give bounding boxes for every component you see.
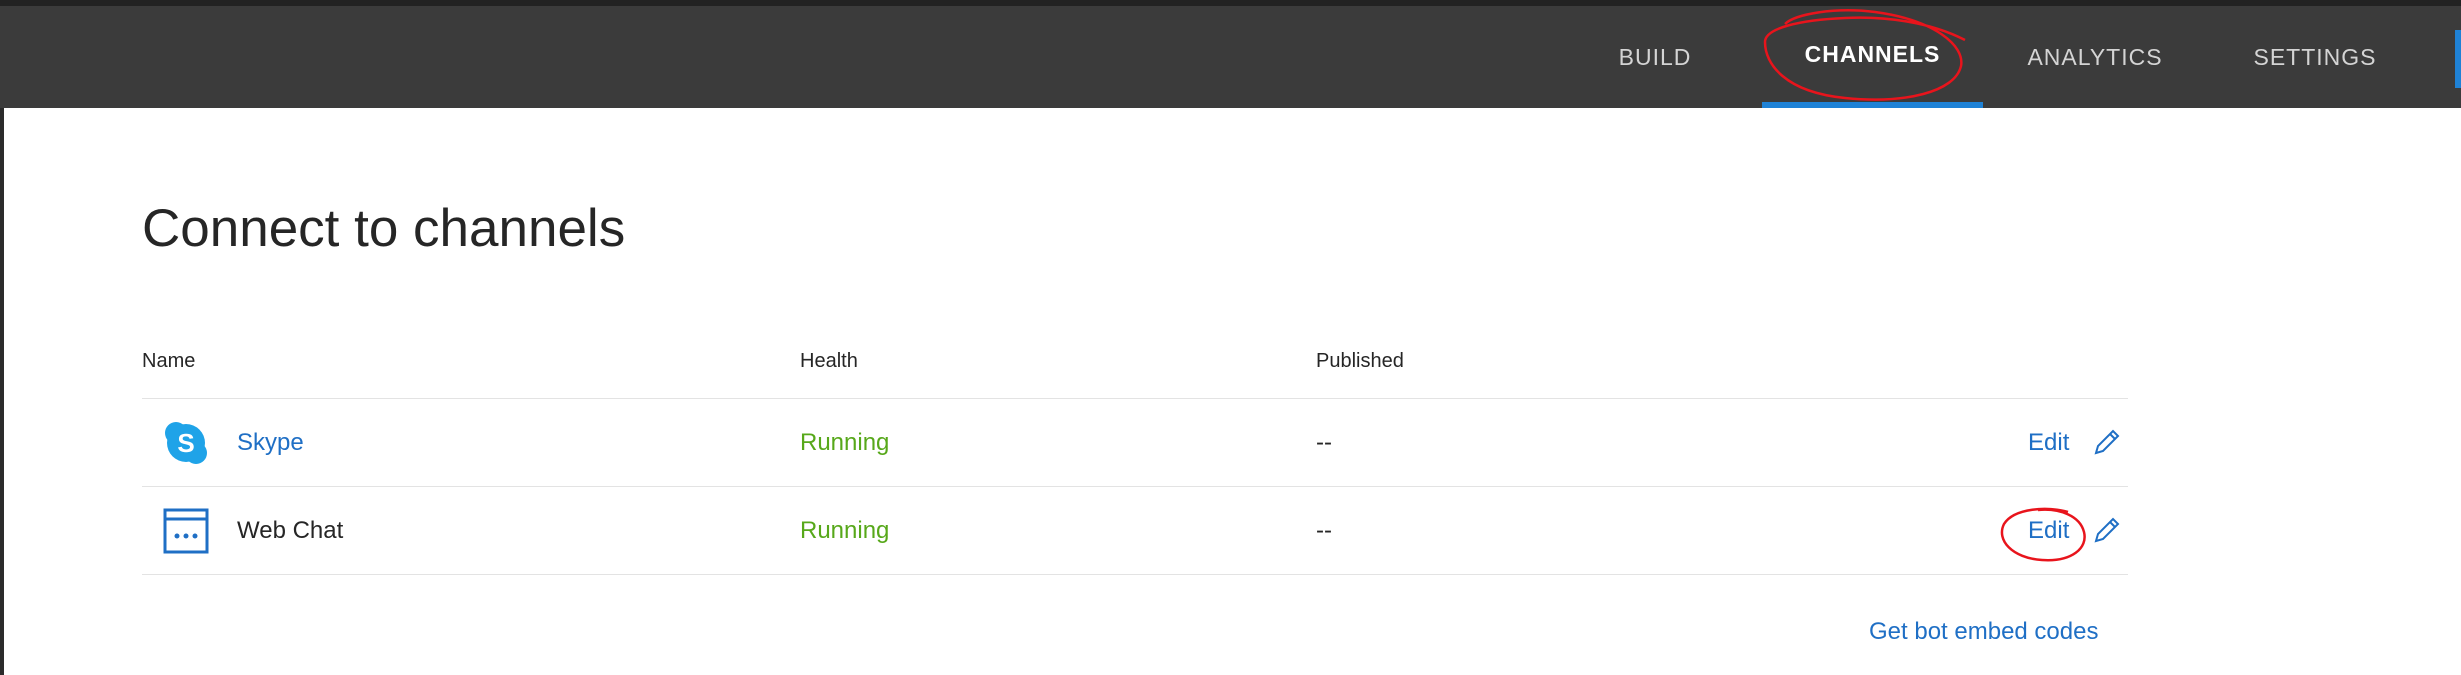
channel-name-web-chat: Web Chat	[237, 516, 344, 544]
column-header-name: Name	[142, 350, 196, 372]
table-row: S Skype Running -- Edit	[142, 399, 2128, 487]
column-header-health: Health	[800, 350, 858, 372]
health-status: Running	[800, 428, 890, 456]
channel-name-skype[interactable]: Skype	[237, 399, 304, 486]
top-navigation-bar: BUILD CHANNELS ANALYTICS SETTINGS	[0, 0, 2461, 108]
web-chat-icon	[162, 507, 210, 555]
tab-channels[interactable]: CHANNELS	[1762, 6, 1983, 108]
column-header-published: Published	[1316, 350, 1404, 372]
tab-analytics[interactable]: ANALYTICS	[2010, 6, 2180, 108]
published-value: --	[1316, 428, 1332, 456]
pencil-icon[interactable]	[2088, 425, 2124, 461]
get-bot-embed-codes-link[interactable]: Get bot embed codes	[1869, 618, 2098, 646]
tab-channels-label: CHANNELS	[1804, 40, 1941, 67]
tab-analytics-label: ANALYTICS	[2027, 43, 2163, 70]
channels-table: Name Health Published S Skype Running --…	[142, 340, 2128, 575]
svg-text:S: S	[177, 428, 194, 458]
tab-build-label: BUILD	[1618, 43, 1692, 70]
table-row: Web Chat Running -- Edit	[142, 487, 2128, 575]
published-value: --	[1316, 516, 1332, 544]
account-button-edge[interactable]	[2455, 30, 2461, 88]
skype-icon: S	[162, 419, 210, 467]
tab-settings-label: SETTINGS	[2253, 43, 2377, 70]
health-status: Running	[800, 516, 890, 544]
page-title: Connect to channels	[142, 199, 626, 258]
tab-build[interactable]: BUILD	[1590, 6, 1720, 108]
pencil-icon[interactable]	[2088, 513, 2124, 549]
tab-settings[interactable]: SETTINGS	[2240, 6, 2390, 108]
edit-skype-button[interactable]: Edit	[2028, 399, 2069, 486]
table-header: Name Health Published	[142, 340, 2128, 399]
edit-web-chat-button[interactable]: Edit	[2028, 487, 2069, 574]
